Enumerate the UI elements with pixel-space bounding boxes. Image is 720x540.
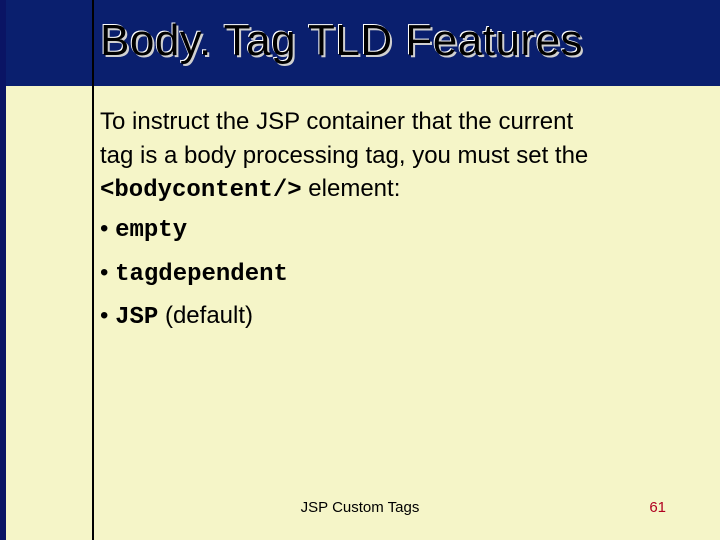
body-line-2: tag is a body processing tag, you must s…: [100, 142, 588, 169]
bullet-code: empty: [115, 217, 187, 244]
body-line-3: element:: [302, 175, 401, 202]
slide-body: To instruct the JSP container that the c…: [100, 106, 690, 344]
slide-title: Body. Tag TLD Features: [100, 16, 583, 66]
page-number: 61: [649, 499, 666, 516]
body-code-inline: <bodycontent/>: [100, 177, 302, 204]
footer-title: JSP Custom Tags: [0, 499, 720, 516]
bullet-suffix: (default): [158, 302, 253, 329]
bullet-list: empty tagdependent JSP (default): [100, 213, 690, 334]
list-item: empty: [100, 213, 690, 247]
bullet-code: JSP: [115, 304, 158, 331]
list-item: tagdependent: [100, 257, 690, 291]
body-line-1: To instruct the JSP container that the c…: [100, 108, 573, 135]
vertical-rule: [92, 0, 94, 540]
bullet-code: tagdependent: [115, 261, 288, 288]
list-item: JSP (default): [100, 300, 690, 334]
